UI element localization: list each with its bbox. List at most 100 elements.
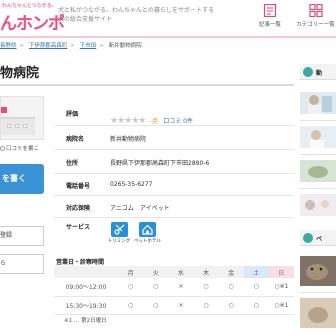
hours-row-morning: 09:00～12:00 ○ ○ × ○ ○ ○ ○※1 xyxy=(54,278,294,297)
service-trimming-label: トリミング xyxy=(107,239,131,244)
side-button[interactable]: ら xyxy=(0,254,44,274)
day-sat: 土 xyxy=(243,266,269,278)
day-fri: 金 xyxy=(218,266,244,278)
pet-hotel-icon xyxy=(138,222,156,237)
rating-score: -点 xyxy=(149,117,159,125)
day-mon: 月 xyxy=(118,266,144,278)
hours-time: 15:30～19:30 xyxy=(54,296,118,315)
article-list-label: 記事一覧 xyxy=(258,22,281,28)
breadcrumb-separator: > xyxy=(70,43,75,49)
site-tagline: 犬と私がつながる、わんちゃんとの暮らしをサポートする犬の総合支援サイト xyxy=(58,7,214,23)
register-button[interactable]: 登録 xyxy=(0,226,44,246)
clinic-name-value: 新井動物病院 xyxy=(110,136,147,143)
left-sidebar: 口コミを書こ を書く 登録 ら xyxy=(0,92,46,336)
address-row: 住所 長野県下伊那郡高森町下市田2890-6 xyxy=(54,150,294,174)
star-icons: ★★★★★ xyxy=(110,116,146,126)
hours-corner xyxy=(54,266,118,278)
right-sidebar: 動 ペ xyxy=(300,56,336,336)
right-divider xyxy=(300,120,336,121)
write-review-link[interactable]: 口コミを書こ xyxy=(0,144,44,156)
breadcrumb-current: 新井動物病院 xyxy=(108,43,142,49)
rating-label: 評価 xyxy=(66,111,79,118)
category-list-label: カテゴリー一覧 xyxy=(296,22,335,28)
trimming-icon xyxy=(110,222,128,237)
hours-cell: ○ xyxy=(118,278,144,297)
hours-note: ※1 … 第2日曜日 xyxy=(64,317,107,324)
hours-cell: × xyxy=(168,296,194,315)
right-divider xyxy=(300,188,336,189)
hours-cell: × xyxy=(168,278,194,297)
article-thumbnail[interactable] xyxy=(300,298,336,328)
hours-cell: ○ xyxy=(243,278,269,297)
hours-note-row: ※1 … 第2日曜日 xyxy=(54,314,294,325)
article-thumbnail[interactable] xyxy=(300,256,336,286)
service-pet-hotel: ペットホテル xyxy=(134,222,161,244)
day-thu: 木 xyxy=(193,266,219,278)
logo-text[interactable]: んホンポ xyxy=(0,9,65,34)
hours-cell: ○ xyxy=(218,296,244,315)
logo-tagline: わんちゃんとつながる。 xyxy=(2,3,57,9)
clinic-name-row: 病院名 新井動物病院 xyxy=(54,126,294,150)
clinic-photo[interactable] xyxy=(0,96,44,140)
right-section-header: 動 xyxy=(300,64,336,80)
right-section-header: ペ xyxy=(300,230,336,246)
hours-cell: ○ xyxy=(143,278,169,297)
page-title-bar: 物病院 xyxy=(0,56,294,86)
hours-cell: ○ xyxy=(143,296,169,315)
site-header: わんちゃんとつながる。 んホンポ 犬と私がつながる、わんちゃんとの暮らしをサポー… xyxy=(0,0,336,38)
phone-row: 電話番号 0265-35-6277 xyxy=(54,174,294,196)
article-thumbnail[interactable] xyxy=(300,194,336,216)
header-divider xyxy=(0,36,336,38)
hours-table: 月 火 水 木 金 土 日 09:00～12:00 ○ ○ × ○ ○ ○ ○※… xyxy=(54,266,294,325)
hours-cell: ○ xyxy=(193,278,219,297)
breadcrumb-separator: > xyxy=(99,43,104,49)
day-tue: 火 xyxy=(143,266,169,278)
rating-stars: ★★★★★ -点 口コミ 0件 xyxy=(110,108,193,127)
category-list-link[interactable]: カテゴリー一覧 xyxy=(295,4,336,28)
clinic-name-label: 病院名 xyxy=(66,136,85,143)
hours-title: 営業日・診察時間 xyxy=(56,259,105,266)
insurance-value: アニコム アイペット xyxy=(110,205,170,212)
article-list-link[interactable]: 記事一覧 xyxy=(252,4,288,28)
breadcrumb-district[interactable]: 下伊那郡高森町 xyxy=(29,43,68,49)
hours-time: 09:00～12:00 xyxy=(54,278,118,297)
clinic-building-image xyxy=(1,117,35,135)
breadcrumb-prefecture[interactable]: 長野県 xyxy=(0,43,17,49)
right-divider xyxy=(300,154,336,155)
address-label: 住所 xyxy=(66,160,79,167)
services-label: サービス xyxy=(66,224,91,231)
site-logo[interactable]: わんちゃんとつながる。 んホンポ xyxy=(0,0,65,38)
paw-icon xyxy=(303,233,313,243)
hours-cell: ○ xyxy=(243,296,269,315)
hours-cell: ○※1 xyxy=(268,296,294,315)
paw-icon xyxy=(303,67,313,77)
hours-cell: ○ xyxy=(118,296,144,315)
review-count-link[interactable]: 口コミ 0件 xyxy=(163,118,193,125)
right-section-title: ペ xyxy=(316,236,323,243)
pen-icon xyxy=(0,146,5,151)
article-list-icon xyxy=(263,4,277,17)
breadcrumb: 長野県 > 下伊那郡高森町 > 下市田 > 新井動物病院 xyxy=(0,41,145,51)
hours-header-row: 月 火 水 木 金 土 日 xyxy=(54,266,294,278)
article-thumbnail[interactable] xyxy=(300,126,336,148)
right-divider xyxy=(300,292,336,293)
right-section-title: 動 xyxy=(316,70,323,77)
services-row: サービス トリミング ペットホテル xyxy=(54,218,294,248)
article-thumbnail[interactable] xyxy=(300,92,336,114)
insurance-label: 対応保険 xyxy=(66,205,91,212)
day-wed: 水 xyxy=(168,266,194,278)
breadcrumb-town[interactable]: 下市田 xyxy=(80,43,97,49)
phone-label: 電話番号 xyxy=(66,183,91,190)
breadcrumb-separator: > xyxy=(19,43,25,49)
phone-value[interactable]: 0265-35-6277 xyxy=(110,181,153,188)
service-pet-hotel-label: ペットホテル xyxy=(134,239,161,244)
hours-cell: ○ xyxy=(218,278,244,297)
day-sun: 日 xyxy=(268,266,294,278)
write-review-button[interactable]: を書く xyxy=(0,164,44,194)
rating-row: 評価 ★★★★★ -点 口コミ 0件 xyxy=(54,100,294,126)
service-trimming: トリミング xyxy=(106,222,132,244)
article-thumbnail[interactable] xyxy=(300,160,336,182)
write-review-label: 口コミを書こ xyxy=(6,146,40,152)
page-title: 物病院 xyxy=(0,66,40,81)
clinic-cross-icon xyxy=(1,107,7,113)
